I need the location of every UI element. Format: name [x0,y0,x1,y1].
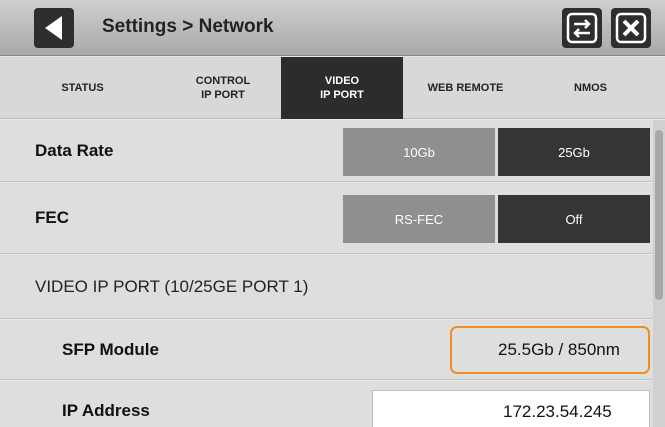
data-rate-25gb-button[interactable]: 25Gb [498,128,650,176]
close-icon [615,12,647,44]
ip-address-field[interactable]: 172.23.54.245 [372,390,650,427]
fec-off-button[interactable]: Off [498,195,650,243]
ip-address-value: 172.23.54.245 [503,402,612,421]
page-title: Settings > Network [102,16,274,37]
swap-arrows-icon [566,12,598,44]
fec-label: FEC [35,208,69,227]
tab-status-label: STATUS [61,82,104,94]
title-bar: Settings > Network [0,0,665,56]
tab-web-remote[interactable]: WEB REMOTE [403,57,528,119]
sfp-module-label: SFP Module [62,340,159,359]
tab-bar: STATUS CONTROL IP PORT VIDEO IP PORT WEB… [0,57,665,119]
scrollbar[interactable] [653,120,665,427]
back-arrow-icon [45,16,62,40]
ip-address-label: IP Address [62,401,150,420]
tab-control-ip-port[interactable]: CONTROL IP PORT [165,57,281,119]
fec-row: FEC RS-FEC Off [0,183,653,254]
sfp-module-row: SFP Module 25.5Gb / 850nm [0,320,653,380]
sfp-module-value: 25.5Gb / 850nm [498,340,620,359]
ip-address-row: IP Address 172.23.54.245 [0,381,653,427]
close-button[interactable] [611,8,651,48]
scrollbar-thumb[interactable] [655,130,663,300]
tab-video-ip-port-label: VIDEO IP PORT [320,75,364,101]
data-rate-row: Data Rate 10Gb 25Gb [0,120,653,182]
tab-web-remote-label: WEB REMOTE [427,82,504,94]
tab-control-ip-port-label: CONTROL IP PORT [195,75,251,101]
data-rate-10gb-button[interactable]: 10Gb [343,128,495,176]
tab-nmos[interactable]: NMOS [528,57,653,119]
tab-nmos-label: NMOS [574,82,607,94]
swap-button[interactable] [562,8,602,48]
back-button[interactable] [34,8,74,48]
section-header-label: VIDEO IP PORT (10/25GE PORT 1) [35,277,309,296]
section-header-row: VIDEO IP PORT (10/25GE PORT 1) [0,255,653,319]
tab-video-ip-port[interactable]: VIDEO IP PORT [281,57,403,119]
tab-status[interactable]: STATUS [0,57,165,119]
data-rate-label: Data Rate [35,141,114,160]
fec-rs-fec-button[interactable]: RS-FEC [343,195,495,243]
